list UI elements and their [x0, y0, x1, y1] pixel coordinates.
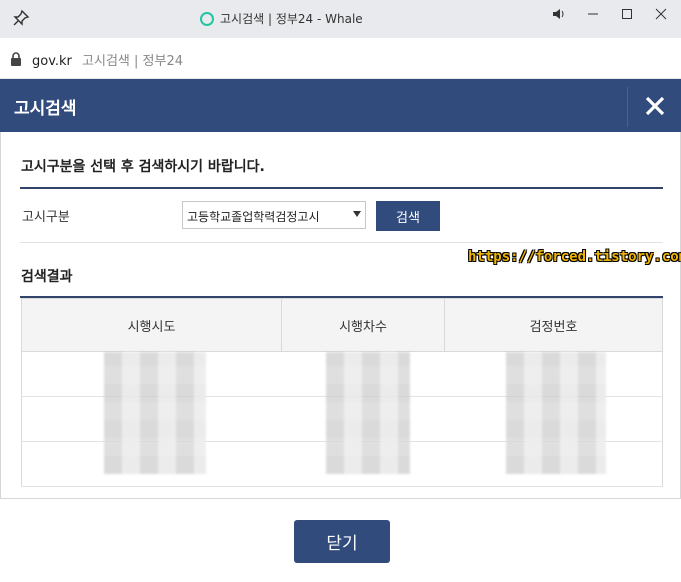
pin-icon[interactable]	[12, 9, 30, 27]
maximize-icon[interactable]	[613, 4, 641, 24]
table-header-row: 시행시도 시행차수 검정번호	[21, 298, 663, 352]
exam-kind-label: 고시구분	[22, 210, 70, 225]
window-title: 고시검색 | 정부24 - Whale	[200, 10, 363, 27]
column-header: 시행차수	[281, 298, 445, 352]
window-controls	[545, 4, 675, 24]
watermark-text: https://forced.tistory.com	[468, 249, 681, 265]
header-divider	[627, 87, 628, 127]
modal-header: 고시검색	[0, 79, 681, 132]
close-icon[interactable]	[643, 94, 667, 118]
window-title-text: 고시검색 | 정부24 - Whale	[220, 12, 363, 26]
column-header: 검정번호	[444, 298, 663, 352]
column-header: 시행시도	[21, 298, 282, 352]
window-close-icon[interactable]	[647, 4, 675, 24]
exam-kind-selected: 고등학교졸업학력검정고시	[187, 210, 320, 224]
section-divider	[20, 187, 663, 189]
lock-icon	[11, 52, 21, 66]
speaker-icon[interactable]	[545, 4, 573, 24]
browser-titlebar: 고시검색 | 정부24 - Whale	[0, 0, 681, 38]
redacted-block	[104, 352, 206, 474]
address-domain: gov.kr	[32, 54, 72, 69]
chevron-down-icon	[353, 211, 361, 217]
close-button[interactable]: 닫기	[294, 520, 390, 563]
address-text[interactable]: gov.kr 고시검색 | 정부24	[32, 50, 183, 69]
redacted-block	[326, 352, 410, 474]
redacted-block	[506, 352, 606, 474]
modal-title: 고시검색	[14, 99, 77, 119]
tab-loading-icon	[200, 11, 214, 26]
exam-kind-select[interactable]: 고등학교졸업학력검정고시	[182, 201, 366, 229]
minimize-icon[interactable]	[579, 4, 607, 24]
instruction-text: 고시구분을 선택 후 검색하시기 바랍니다.	[21, 159, 265, 175]
results-title: 검색결과	[21, 269, 73, 285]
row-divider	[20, 242, 663, 243]
address-page-title: 고시검색 | 정부24	[82, 54, 183, 69]
address-bar[interactable]: gov.kr 고시검색 | 정부24	[0, 38, 681, 79]
search-button[interactable]: 검색	[376, 201, 440, 231]
